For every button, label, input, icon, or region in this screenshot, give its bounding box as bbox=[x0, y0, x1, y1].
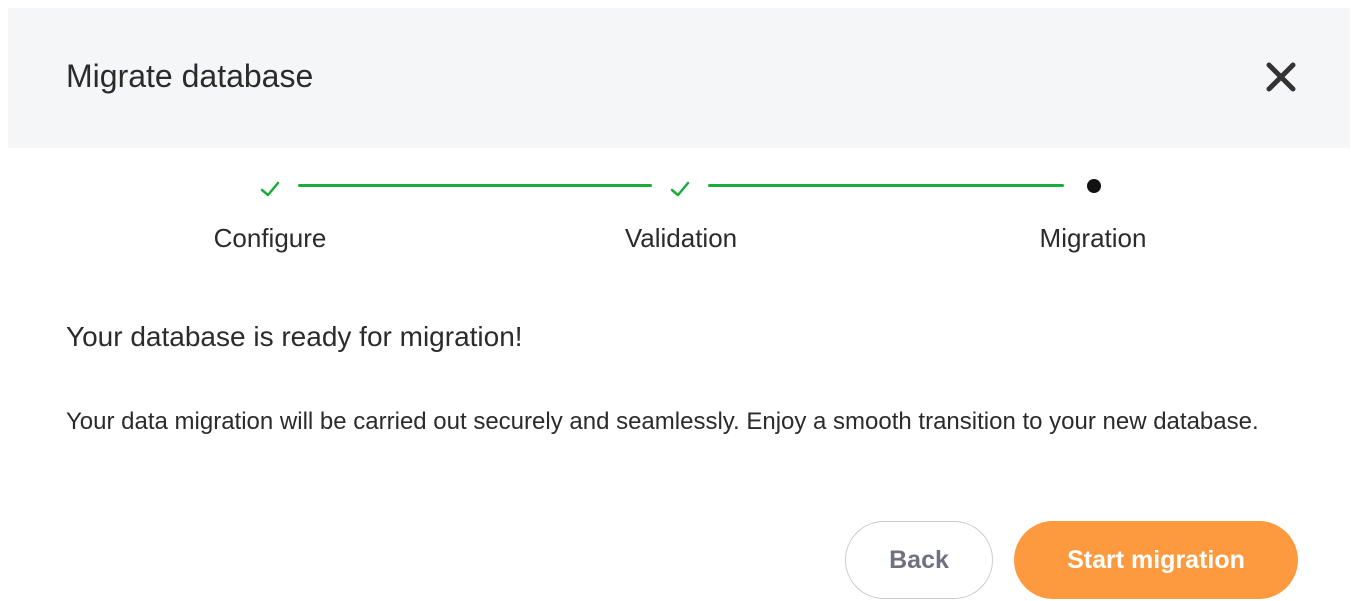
start-migration-button[interactable]: Start migration bbox=[1014, 521, 1298, 599]
dialog-title: Migrate database bbox=[66, 58, 314, 94]
ready-heading: Your database is ready for migration! bbox=[66, 321, 523, 352]
migration-description: Your data migration will be carried out … bbox=[66, 408, 1259, 435]
close-icon bbox=[1266, 62, 1296, 92]
step-connector-1 bbox=[298, 184, 652, 187]
step-label-validation: Validation bbox=[624, 223, 738, 253]
step-label-configure: Configure bbox=[213, 223, 327, 253]
step-connector-2 bbox=[708, 184, 1064, 187]
step-validation-check-icon bbox=[668, 177, 692, 201]
back-button[interactable]: Back bbox=[845, 521, 993, 599]
step-migration-dot-icon bbox=[1082, 177, 1106, 201]
migrate-database-dialog: Migrate database Configure Validation Mi… bbox=[0, 0, 1357, 601]
close-button[interactable] bbox=[1263, 59, 1299, 95]
step-label-migration: Migration bbox=[1039, 223, 1147, 253]
progress-stepper: Configure Validation Migration bbox=[0, 165, 1357, 265]
dialog-header: Migrate database bbox=[8, 8, 1350, 148]
step-configure-check-icon bbox=[258, 177, 282, 201]
